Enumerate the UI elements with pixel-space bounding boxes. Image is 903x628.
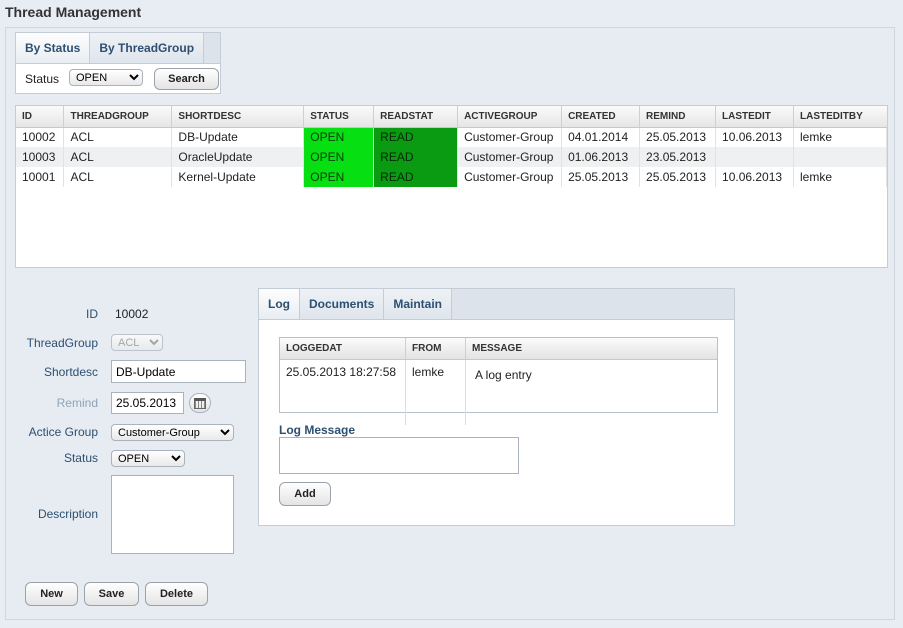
- table-row[interactable]: 10001 ACL Kernel-Update OPEN READ Custom…: [16, 167, 888, 187]
- cell-message: A log entry: [475, 368, 532, 382]
- col-created[interactable]: CREATED: [561, 106, 641, 128]
- shortdesc-label: Shortdesc: [43, 365, 98, 379]
- cell-lasteditby: [793, 147, 888, 167]
- log-message-label: Log Message: [279, 423, 356, 437]
- col-loggedat[interactable]: LOGGEDAT: [280, 338, 406, 360]
- cell-id: 10003: [16, 147, 65, 167]
- cell-shortdesc: Kernel-Update: [171, 167, 305, 187]
- col-message[interactable]: MESSAGE: [465, 338, 717, 360]
- cell-readstat: READ: [373, 167, 459, 187]
- col-lastedit[interactable]: LASTEDIT: [715, 106, 794, 128]
- status-filter-select[interactable]: OPEN: [69, 69, 143, 86]
- col-from[interactable]: FROM: [405, 338, 466, 360]
- threadgroup-select[interactable]: ACL: [111, 334, 163, 351]
- shortdesc-input[interactable]: [111, 360, 246, 383]
- new-button[interactable]: New: [25, 582, 78, 606]
- calendar-icon: [194, 397, 206, 409]
- remind-label: Remind: [56, 396, 98, 410]
- cell-threadgroup: ACL: [63, 127, 173, 147]
- log-tabs: Log Documents Maintain: [259, 289, 734, 320]
- status-label: Status: [63, 451, 98, 465]
- cell-lasteditby: lemke: [793, 167, 888, 187]
- cell-created: 01.06.2013: [561, 147, 641, 167]
- thread-grid: ID THREADGROUP SHORTDESC STATUS READSTAT…: [15, 105, 888, 268]
- add-log-button[interactable]: Add: [279, 482, 331, 506]
- status-filter-label: Status: [25, 72, 60, 86]
- table-row[interactable]: 10003 ACL OracleUpdate OPEN READ Custome…: [16, 147, 888, 167]
- tab-documents[interactable]: Documents: [300, 289, 385, 319]
- col-activegroup[interactable]: ACTIVEGROUP: [457, 106, 563, 128]
- cell-lasteditby: lemke: [793, 127, 888, 147]
- log-grid: LOGGEDAT FROM MESSAGE 25.05.2013 18:27:5…: [279, 337, 718, 425]
- log-row[interactable]: 25.05.2013 18:27:58 lemke A log entry: [280, 359, 717, 425]
- cell-remind: 23.05.2013: [639, 147, 717, 167]
- cell-activegroup: Customer-Group: [457, 167, 563, 187]
- filter-panel: By Status By ThreadGroup Status OPEN Sea…: [15, 32, 221, 94]
- cell-id: 10002: [16, 127, 65, 147]
- col-threadgroup[interactable]: THREADGROUP: [63, 106, 173, 128]
- log-table: LOGGEDAT FROM MESSAGE 25.05.2013 18:27:5…: [280, 338, 717, 425]
- cell-status: OPEN: [303, 147, 375, 167]
- cell-activegroup: Customer-Group: [457, 127, 563, 147]
- col-shortdesc[interactable]: SHORTDESC: [171, 106, 305, 128]
- log-header-row: LOGGEDAT FROM MESSAGE: [280, 338, 717, 360]
- page-title: Thread Management: [5, 4, 142, 20]
- cell-created: 25.05.2013: [561, 167, 641, 187]
- activegroup-label: Actice Group: [28, 425, 98, 439]
- description-textarea[interactable]: [111, 475, 234, 554]
- threadgroup-label: ThreadGroup: [26, 336, 98, 350]
- activegroup-select[interactable]: Customer-Group: [111, 424, 234, 441]
- log-message-input[interactable]: [279, 437, 519, 474]
- cell-status: OPEN: [303, 127, 375, 147]
- cell-shortdesc: DB-Update: [171, 127, 305, 147]
- cell-threadgroup: ACL: [63, 147, 173, 167]
- cell-activegroup: Customer-Group: [457, 147, 563, 167]
- col-lasteditby[interactable]: LASTEDITBY: [793, 106, 887, 128]
- cell-id: 10001: [16, 167, 65, 187]
- id-label: ID: [86, 307, 98, 321]
- description-label: Description: [37, 507, 98, 521]
- calendar-button[interactable]: [189, 393, 211, 413]
- cell-shortdesc: OracleUpdate: [171, 147, 305, 167]
- cell-threadgroup: ACL: [63, 167, 173, 187]
- tab-log[interactable]: Log: [259, 289, 300, 319]
- col-status[interactable]: STATUS: [303, 106, 375, 128]
- status-select[interactable]: OPEN: [111, 450, 185, 467]
- id-value: 10002: [115, 307, 149, 321]
- cell-loggedat: 25.05.2013 18:27:58: [280, 359, 406, 425]
- cell-remind: 25.05.2013: [639, 167, 717, 187]
- filter-tabs: By Status By ThreadGroup: [16, 33, 220, 64]
- cell-from: lemke: [405, 359, 466, 425]
- col-id[interactable]: ID: [16, 106, 65, 128]
- cell-lastedit: 10.06.2013: [715, 167, 794, 187]
- cell-readstat: READ: [373, 147, 459, 167]
- thread-table: ID THREADGROUP SHORTDESC STATUS READSTAT…: [16, 106, 888, 187]
- tab-by-threadgroup[interactable]: By ThreadGroup: [90, 33, 205, 63]
- tab-maintain[interactable]: Maintain: [384, 289, 453, 319]
- cell-lastedit: 10.06.2013: [715, 127, 794, 147]
- table-row[interactable]: 10002 ACL DB-Update OPEN READ Customer-G…: [16, 127, 888, 147]
- remind-input[interactable]: [111, 392, 184, 414]
- cell-created: 04.01.2014: [561, 127, 641, 147]
- delete-button[interactable]: Delete: [145, 582, 208, 606]
- grid-header-row: ID THREADGROUP SHORTDESC STATUS READSTAT…: [16, 106, 887, 128]
- tab-by-status[interactable]: By Status: [16, 33, 91, 63]
- save-button[interactable]: Save: [84, 582, 139, 606]
- log-panel: Log Documents Maintain LOGGEDAT FROM MES…: [258, 288, 735, 526]
- filter-row: Status OPEN Search: [16, 64, 220, 95]
- cell-remind: 25.05.2013: [639, 127, 717, 147]
- col-remind[interactable]: REMIND: [639, 106, 717, 128]
- search-button[interactable]: Search: [154, 68, 219, 90]
- col-readstat[interactable]: READSTAT: [373, 106, 459, 128]
- cell-status: OPEN: [303, 167, 375, 187]
- cell-readstat: READ: [373, 127, 459, 147]
- cell-lastedit: [715, 147, 794, 167]
